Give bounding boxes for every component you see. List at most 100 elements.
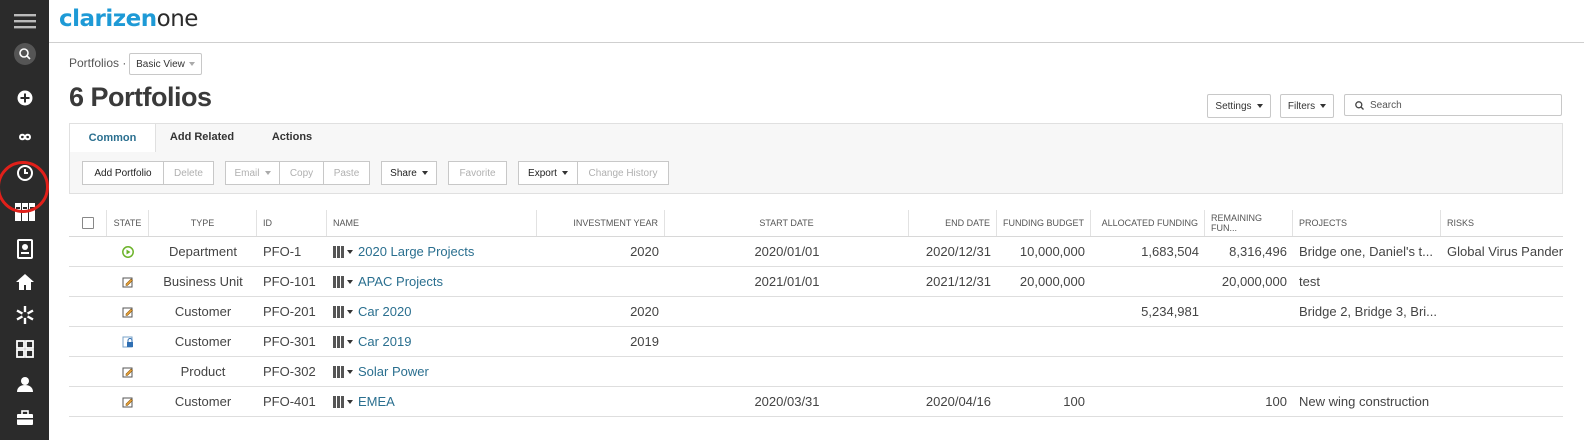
row-checkbox-cell[interactable]: [69, 357, 107, 386]
col-header-id[interactable]: ID: [257, 210, 327, 236]
table-row[interactable]: Customer PFO-401 EMEA 2020/03/31 2020/04/16 1…: [69, 387, 1563, 417]
portfolio-name-link[interactable]: EMEA: [358, 394, 395, 409]
col-header-name[interactable]: NAME: [327, 210, 537, 236]
tab-common[interactable]: Common: [69, 123, 156, 152]
col-header-remaining-funding[interactable]: REMAINING FUN...: [1205, 210, 1293, 236]
search-input[interactable]: Search: [1344, 94, 1562, 116]
left-nav-rail: [0, 0, 49, 440]
cell-name[interactable]: 2020 Large Projects: [327, 237, 537, 266]
search-icon[interactable]: [0, 39, 49, 69]
export-button[interactable]: Export: [518, 161, 578, 185]
email-button[interactable]: Email: [225, 161, 280, 185]
portfolio-name-link[interactable]: 2020 Large Projects: [358, 244, 474, 259]
cell-name[interactable]: APAC Projects: [327, 267, 537, 296]
favorite-button[interactable]: Favorite: [448, 161, 507, 185]
home-icon[interactable]: [0, 267, 49, 297]
col-header-projects[interactable]: PROJECTS: [1293, 210, 1441, 236]
filters-button[interactable]: Filters: [1280, 94, 1334, 118]
copy-button[interactable]: Copy: [279, 161, 324, 185]
table-row[interactable]: Product PFO-302 Solar Power: [69, 357, 1563, 387]
table-row[interactable]: Business Unit PFO-101 APAC Projects 2021/01…: [69, 267, 1563, 297]
select-all-checkbox[interactable]: [69, 210, 107, 236]
view-select[interactable]: Basic View: [129, 53, 202, 75]
cell-allocated: [1091, 327, 1205, 356]
chevron-down-icon[interactable]: [347, 309, 353, 314]
chevron-down-icon[interactable]: [347, 339, 353, 344]
app-logo[interactable]: clarizenone: [59, 6, 198, 32]
col-header-funding-budget[interactable]: FUNDING BUDGET: [997, 210, 1091, 236]
col-header-investment-year[interactable]: INVESTMENT YEAR: [537, 210, 665, 236]
cell-remaining: 100: [1265, 394, 1287, 409]
table-row[interactable]: Department PFO-1 2020 Large Projects 2020 20…: [69, 237, 1563, 267]
grid-body: Department PFO-1 2020 Large Projects 2020 20…: [69, 237, 1563, 417]
add-portfolio-button[interactable]: Add Portfolio: [82, 161, 164, 185]
tab-actions[interactable]: Actions: [250, 123, 334, 151]
table-row[interactable]: Customer PFO-301 Car 2019 2019: [69, 327, 1563, 357]
delete-button[interactable]: Delete: [163, 161, 214, 185]
cell-name[interactable]: Car 2020: [327, 297, 537, 326]
table-row[interactable]: Customer PFO-201 Car 2020 2020 5,234,981 Brid…: [69, 297, 1563, 327]
col-header-end-date[interactable]: END DATE: [909, 210, 997, 236]
row-checkbox-cell[interactable]: [69, 267, 107, 296]
cell-year: 2020: [630, 244, 659, 259]
state-draft-icon: [107, 357, 149, 386]
state-locked-icon: [107, 327, 149, 356]
portfolio-name-link[interactable]: Car 2019: [358, 334, 411, 349]
briefcase-icon[interactable]: [0, 403, 49, 433]
resource-icon[interactable]: [0, 234, 49, 264]
cell-year: 2019: [630, 334, 659, 349]
cell-remaining: [1205, 327, 1293, 356]
chevron-down-icon[interactable]: [347, 399, 353, 404]
settings-button[interactable]: Settings: [1207, 94, 1271, 118]
chevron-down-icon: [421, 171, 428, 175]
menu-icon[interactable]: [0, 6, 49, 36]
col-header-type[interactable]: TYPE: [149, 210, 257, 236]
cell-name[interactable]: Car 2019: [327, 327, 537, 356]
row-checkbox-cell[interactable]: [69, 237, 107, 266]
share-button[interactable]: Share: [381, 161, 437, 185]
chevron-down-icon[interactable]: [347, 369, 353, 374]
tab-add-related[interactable]: Add Related: [160, 123, 244, 151]
checkbox[interactable]: [81, 217, 94, 229]
infinity-icon[interactable]: [0, 122, 49, 152]
cell-name[interactable]: EMEA: [327, 387, 537, 416]
chevron-down-icon[interactable]: [347, 249, 353, 254]
widgets-icon[interactable]: [0, 334, 49, 364]
row-checkbox-cell[interactable]: [69, 387, 107, 416]
cell-allocated: 1,683,504: [1141, 244, 1199, 259]
cell-id: PFO-301: [263, 334, 316, 349]
row-checkbox-cell[interactable]: [69, 327, 107, 356]
chevron-down-icon[interactable]: [347, 279, 353, 284]
cell-id: PFO-101: [263, 274, 316, 289]
portfolio-icon: [333, 365, 344, 378]
cell-allocated: [1091, 357, 1205, 386]
user-icon[interactable]: [0, 369, 49, 399]
row-checkbox-cell[interactable]: [69, 297, 107, 326]
state-draft-icon: [107, 267, 149, 296]
cell-risks: [1441, 357, 1563, 386]
paste-button[interactable]: Paste: [323, 161, 370, 185]
cell-projects: [1293, 357, 1441, 386]
cell-projects: New wing construction: [1299, 394, 1430, 409]
breadcrumb[interactable]: Portfolios ·: [69, 56, 126, 70]
col-header-start-date[interactable]: START DATE: [665, 210, 909, 236]
cell-allocated: [1091, 267, 1205, 296]
portfolio-name-link[interactable]: Solar Power: [358, 364, 429, 379]
cell-risks: Global Virus Panden: [1447, 244, 1563, 259]
cell-name[interactable]: Solar Power: [327, 357, 537, 386]
col-header-risks[interactable]: RISKS: [1441, 210, 1563, 236]
plus-icon[interactable]: [0, 83, 49, 113]
cell-budget: 100: [1063, 394, 1085, 409]
col-header-state[interactable]: STATE: [107, 210, 149, 236]
cell-end: 2020/04/16: [925, 394, 991, 409]
portfolio-name-link[interactable]: APAC Projects: [358, 274, 443, 289]
portfolio-name-link[interactable]: Car 2020: [358, 304, 411, 319]
cell-projects: Bridge one, Daniel's t...: [1299, 244, 1433, 259]
change-history-button[interactable]: Change History: [577, 161, 669, 185]
cell-year: 2020: [630, 304, 659, 319]
cell-end: 2020/12/31: [925, 244, 991, 259]
filters-label: Filters: [1287, 100, 1316, 112]
col-header-allocated-funding[interactable]: ALLOCATED FUNDING: [1091, 210, 1205, 236]
asterisk-icon[interactable]: [0, 300, 49, 330]
cell-end: 2021/12/31: [925, 274, 991, 289]
